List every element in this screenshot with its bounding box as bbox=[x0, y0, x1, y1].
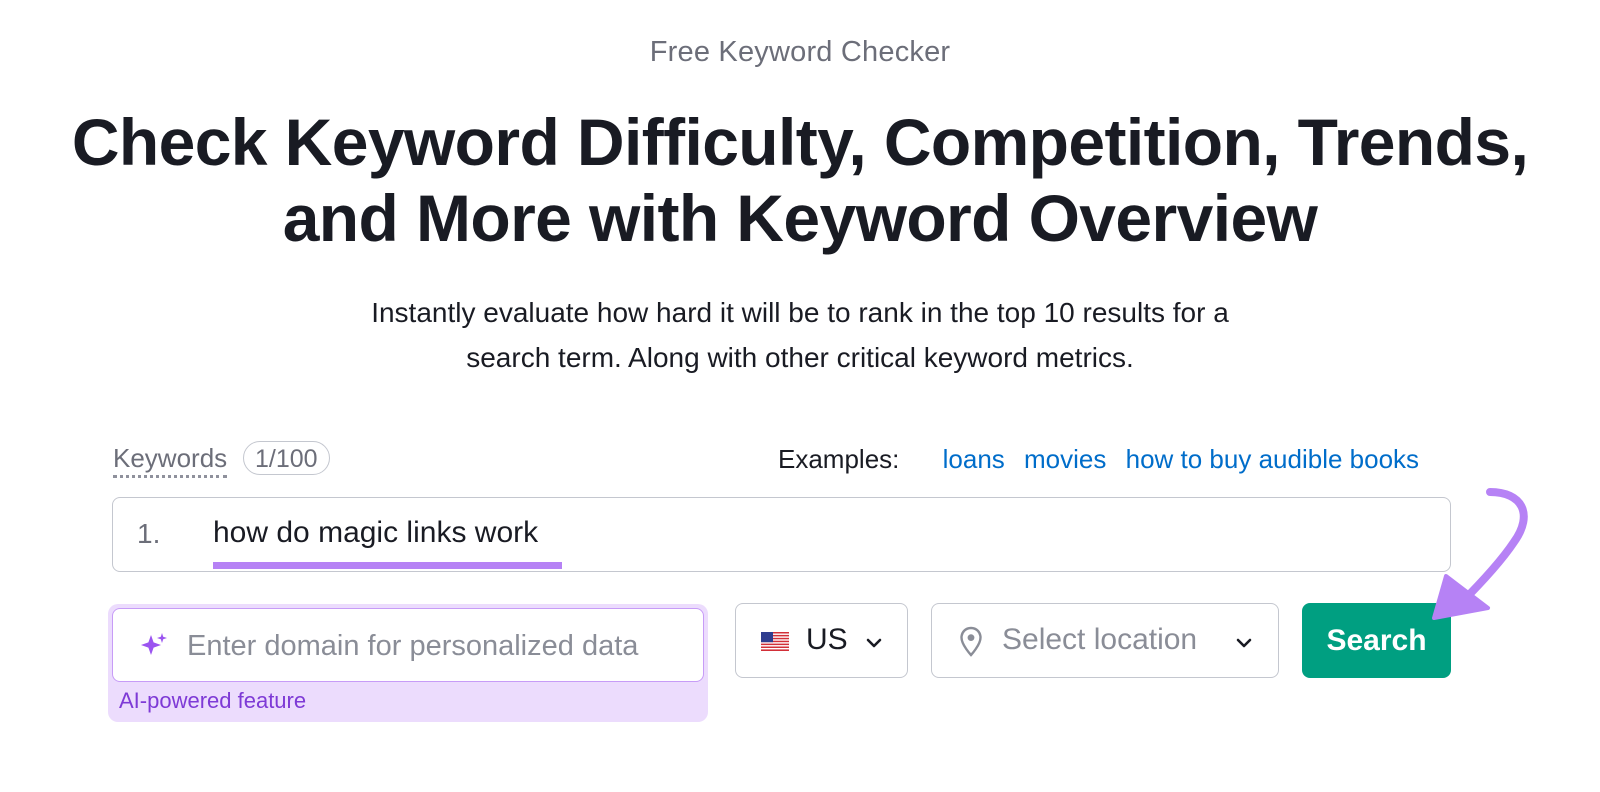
us-flag-icon bbox=[761, 632, 789, 651]
country-select-value: US bbox=[806, 623, 848, 656]
page-subtitle-line-2: search term. Along with other critical k… bbox=[466, 342, 1134, 373]
keywords-count-badge: 1/100 bbox=[243, 441, 330, 475]
ai-domain-panel: AI-powered feature bbox=[108, 604, 708, 722]
page-subtitle: Instantly evaluate how hard it will be t… bbox=[0, 290, 1600, 380]
keyword-entry[interactable]: how do magic links work bbox=[213, 516, 538, 550]
location-select[interactable]: Select location bbox=[931, 603, 1279, 678]
country-select[interactable]: US bbox=[735, 603, 908, 678]
page-subtitle-line-1: Instantly evaluate how hard it will be t… bbox=[371, 297, 1229, 328]
keywords-textarea[interactable]: 1. how do magic links work bbox=[112, 497, 1451, 572]
example-link-loans[interactable]: loans bbox=[943, 444, 1005, 474]
page-title-line-1: Check Keyword Difficulty, Competition, T… bbox=[71, 105, 1529, 179]
ai-feature-note: AI-powered feature bbox=[119, 688, 307, 713]
location-select-placeholder: Select location bbox=[1002, 623, 1198, 656]
location-pin-icon bbox=[960, 626, 982, 657]
chevron-down-icon bbox=[1236, 638, 1252, 648]
domain-input[interactable] bbox=[185, 623, 699, 669]
chevron-down-icon bbox=[866, 638, 882, 648]
example-link-movies[interactable]: movies bbox=[1024, 444, 1106, 474]
page-title: Check Keyword Difficulty, Competition, T… bbox=[0, 104, 1600, 256]
keywords-label[interactable]: Keywords bbox=[113, 443, 228, 478]
keyword-checker-page: Free Keyword Checker Check Keyword Diffi… bbox=[0, 0, 1600, 792]
examples-label: Examples: bbox=[778, 444, 900, 474]
example-link-audible-books[interactable]: how to buy audible books bbox=[1126, 444, 1419, 474]
keyword-line-number: 1. bbox=[137, 518, 161, 549]
sparkle-icon bbox=[141, 633, 167, 655]
keyword-highlight-underline bbox=[213, 562, 562, 569]
pointer-arrow-icon bbox=[1432, 488, 1528, 620]
examples-row: Examples: loans movies how to buy audibl… bbox=[778, 442, 1419, 476]
domain-input-wrapper[interactable] bbox=[112, 608, 704, 682]
page-title-line-2: and More with Keyword Overview bbox=[282, 181, 1318, 255]
page-eyebrow: Free Keyword Checker bbox=[649, 36, 951, 68]
